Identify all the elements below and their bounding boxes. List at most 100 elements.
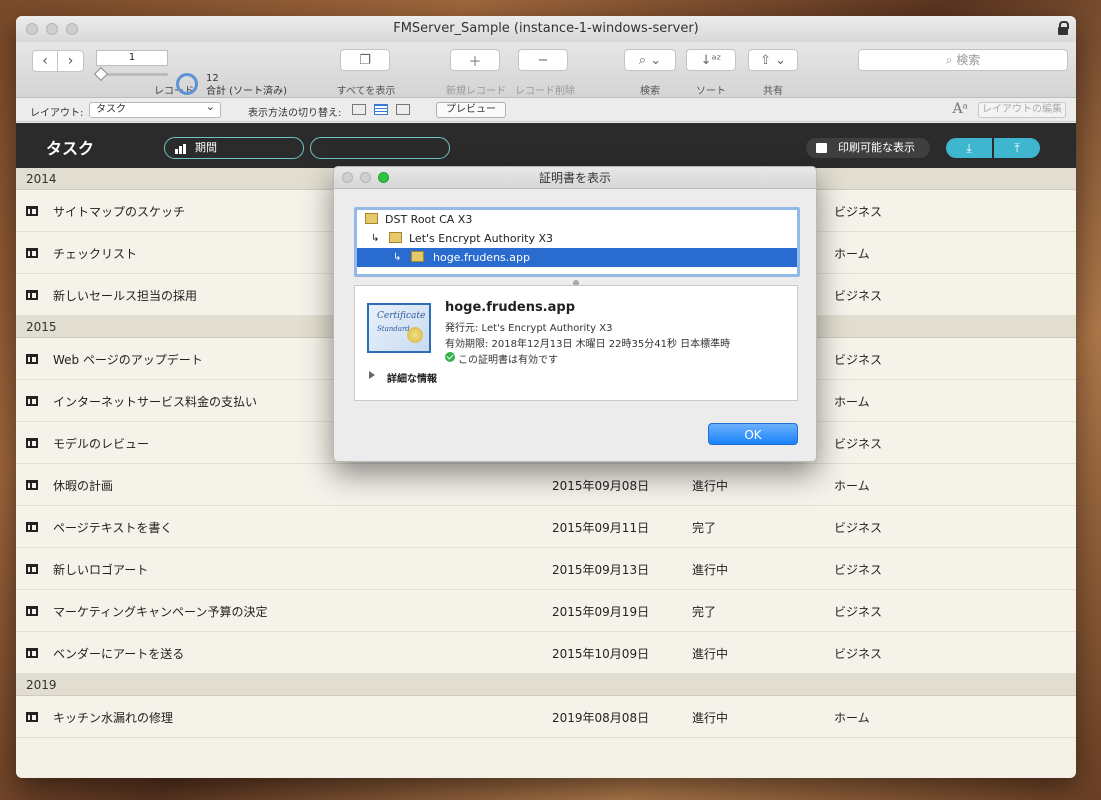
task-category: ビジネス xyxy=(834,605,883,619)
certificate-detail: Certificate Standard hoge.frudens.app 発行… xyxy=(354,285,798,401)
record-icon[interactable] xyxy=(26,354,38,364)
period-button[interactable]: 期間 xyxy=(164,137,304,159)
new-record-button[interactable]: ＋ xyxy=(450,49,500,71)
view-switcher xyxy=(352,104,410,115)
details-label: 詳細な情報 xyxy=(387,374,437,385)
close-window-button[interactable] xyxy=(26,23,38,35)
page-title: タスク xyxy=(46,139,95,158)
preview-button[interactable]: プレビュー xyxy=(436,102,506,118)
next-record-button[interactable]: › xyxy=(58,50,84,72)
record-icon[interactable] xyxy=(26,396,38,406)
record-icon[interactable] xyxy=(26,564,38,574)
record-slider[interactable] xyxy=(96,73,168,76)
chain-item-label: Let's Encrypt Authority X3 xyxy=(409,232,554,245)
details-disclosure[interactable]: 詳細な情報 xyxy=(369,370,437,385)
task-category: ホーム xyxy=(834,395,870,409)
task-name: モデルのレビュー xyxy=(53,437,150,451)
task-category: ホーム xyxy=(834,711,870,725)
print-view-button[interactable]: 印刷可能な表示 xyxy=(806,138,930,158)
record-icon[interactable] xyxy=(26,290,38,300)
zoom-window-button[interactable] xyxy=(66,23,78,35)
window-controls xyxy=(26,23,78,35)
dialog-title: 証明書を表示 xyxy=(538,171,611,185)
chain-item-leaf[interactable]: ↳ hoge.frudens.app xyxy=(357,248,797,267)
category-button[interactable] xyxy=(310,137,450,159)
chevron-left-icon: ‹ xyxy=(42,53,48,69)
table-row[interactable]: ページテキストを書く 2015年09月11日 完了 ビジネス xyxy=(16,506,1076,548)
certificate-issuer: 発行元: Let's Encrypt Authority X3 xyxy=(445,323,613,334)
task-status: 完了 xyxy=(692,521,717,535)
sort-label: ソート xyxy=(696,86,726,97)
period-label: 期間 xyxy=(195,141,217,154)
record-icon[interactable] xyxy=(26,206,38,216)
ok-button[interactable]: OK xyxy=(708,423,798,445)
certificate-name: hoge.frudens.app xyxy=(445,300,576,315)
table-row[interactable]: キッチン水漏れの修理 2019年08月08日 進行中 ホーム xyxy=(16,696,1076,738)
show-all-button[interactable]: ❐ xyxy=(340,49,390,71)
record-icon[interactable] xyxy=(26,522,38,532)
task-category: ビジネス xyxy=(834,647,883,661)
task-name: ページテキストを書く xyxy=(53,521,173,535)
chain-item-label: hoge.frudens.app xyxy=(433,251,530,264)
view-switch-label: 表示方法の切り替え: xyxy=(248,108,342,119)
share-label: 共有 xyxy=(763,86,783,97)
task-status: 進行中 xyxy=(692,647,729,661)
record-icon[interactable] xyxy=(26,438,38,448)
sort-button[interactable]: ↓ᵃᶻ xyxy=(686,49,736,71)
chain-item-intermediate[interactable]: ↳ Let's Encrypt Authority X3 xyxy=(357,229,797,248)
print-view-label: 印刷可能な表示 xyxy=(838,141,915,154)
list-view-icon[interactable] xyxy=(374,104,388,115)
edit-layout-button[interactable]: レイアウトの編集 xyxy=(978,102,1066,118)
minimize-window-button[interactable] xyxy=(46,23,58,35)
find-button[interactable]: ⌕ ⌄ xyxy=(624,49,676,71)
record-number-field[interactable]: 1 xyxy=(96,50,168,66)
table-row[interactable]: ベンダーにアートを送る 2015年10月09日 進行中 ビジネス xyxy=(16,632,1076,674)
certificate-status: この証明書は有効です xyxy=(445,351,558,366)
record-icon[interactable] xyxy=(26,712,38,722)
task-status: 進行中 xyxy=(692,711,729,725)
dialog-minimize-button[interactable] xyxy=(360,172,371,183)
dialog-zoom-button[interactable] xyxy=(378,172,389,183)
find-label: 検索 xyxy=(640,86,660,97)
delete-record-button[interactable]: − xyxy=(518,49,568,71)
form-view-icon[interactable] xyxy=(352,104,366,115)
task-status: 進行中 xyxy=(692,563,729,577)
task-category: ホーム xyxy=(834,247,870,261)
task-date: 2015年09月11日 xyxy=(552,521,650,535)
import-button[interactable]: ⤒ xyxy=(994,138,1040,158)
task-name: インターネットサービス料金の支払い xyxy=(53,395,258,409)
record-total: 12 xyxy=(206,73,219,84)
record-icon[interactable] xyxy=(26,648,38,658)
task-name: 新しいロゴアート xyxy=(53,563,149,577)
task-name: マーケティングキャンペーン予算の決定 xyxy=(53,605,268,619)
prev-record-button[interactable]: ‹ xyxy=(32,50,58,72)
certificate-large-icon: Certificate Standard xyxy=(367,303,431,353)
certificate-icon xyxy=(389,232,402,243)
task-category: ビジネス xyxy=(834,353,883,367)
sort-icon: ↓ᵃᶻ xyxy=(700,52,722,68)
title-bar: FMServer_Sample (instance-1-windows-serv… xyxy=(16,16,1076,42)
certificate-icon xyxy=(411,251,424,262)
export-button[interactable]: ⤓ xyxy=(946,138,992,158)
new-record-label: 新規レコード xyxy=(446,86,506,97)
text-format-icon[interactable]: Aᵃ xyxy=(952,101,968,117)
task-category: ビジネス xyxy=(834,437,883,451)
record-icon[interactable] xyxy=(26,248,38,258)
task-date: 2015年09月19日 xyxy=(552,605,650,619)
certificate-image-subtitle: Standard xyxy=(377,325,410,333)
share-button[interactable]: ⇧ ⌄ xyxy=(748,49,798,71)
record-icon[interactable] xyxy=(26,480,38,490)
certificate-status-text: この証明書は有効です xyxy=(458,355,558,366)
table-row[interactable]: 休暇の計画 2015年09月08日 進行中 ホーム xyxy=(16,464,1076,506)
record-pie-icon xyxy=(176,73,198,95)
certificate-icon xyxy=(365,213,378,224)
plus-icon: ＋ xyxy=(468,54,482,70)
table-row[interactable]: マーケティングキャンペーン予算の決定 2015年09月19日 完了 ビジネス xyxy=(16,590,1076,632)
chain-item-root[interactable]: DST Root CA X3 xyxy=(357,210,797,229)
dialog-close-button[interactable] xyxy=(342,172,353,183)
search-input[interactable]: ⌕ 検索 xyxy=(858,49,1068,71)
table-row[interactable]: 新しいロゴアート 2015年09月13日 進行中 ビジネス xyxy=(16,548,1076,590)
record-icon[interactable] xyxy=(26,606,38,616)
table-view-icon[interactable] xyxy=(396,104,410,115)
layout-select[interactable]: タスク xyxy=(89,100,221,118)
